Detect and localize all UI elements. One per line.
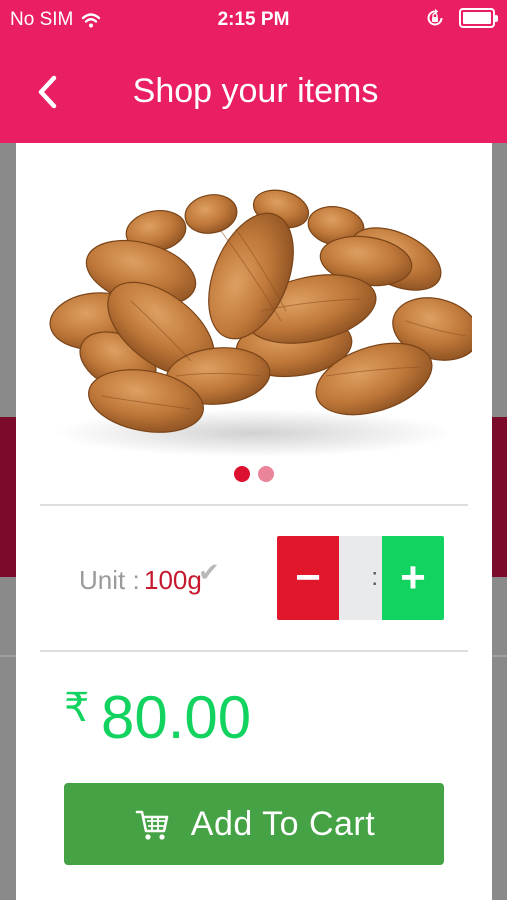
divider [40,504,468,506]
page-title: Shop your items [132,72,379,110]
price-amount: 80.00 [101,684,252,751]
decrease-quantity-button[interactable]: − [277,536,339,620]
rotation-lock-icon [427,8,443,26]
product-card: Unit : 100g ✔ − : + ₹ 80.00 Add To Cart [16,143,492,900]
add-to-cart-button[interactable]: Add To Cart [64,783,444,865]
quantity-field[interactable]: : [339,536,382,620]
check-icon: ✔ [198,557,220,587]
divider [40,650,468,652]
top-bar: No SIM 2:15 PM Shop your items [0,0,507,143]
add-to-cart-label: Add To Cart [190,804,376,843]
unit-label: Unit : [79,565,140,595]
status-icons [425,8,498,28]
battery-icon [459,8,498,28]
unit-row: Unit : 100g ✔ − : + [16,533,492,623]
carousel-dot[interactable] [258,466,274,482]
carousel-dots [16,466,492,482]
unit-value[interactable]: 100g [144,565,202,596]
status-bar: No SIM 2:15 PM [0,0,507,40]
currency-symbol: ₹ [64,686,90,730]
carousel-dot-active[interactable] [234,466,250,482]
product-image [49,189,472,457]
increase-quantity-button[interactable]: + [382,536,444,620]
quantity-stepper: − : + [277,536,444,620]
header: Shop your items [0,40,507,143]
cart-icon [135,810,169,840]
